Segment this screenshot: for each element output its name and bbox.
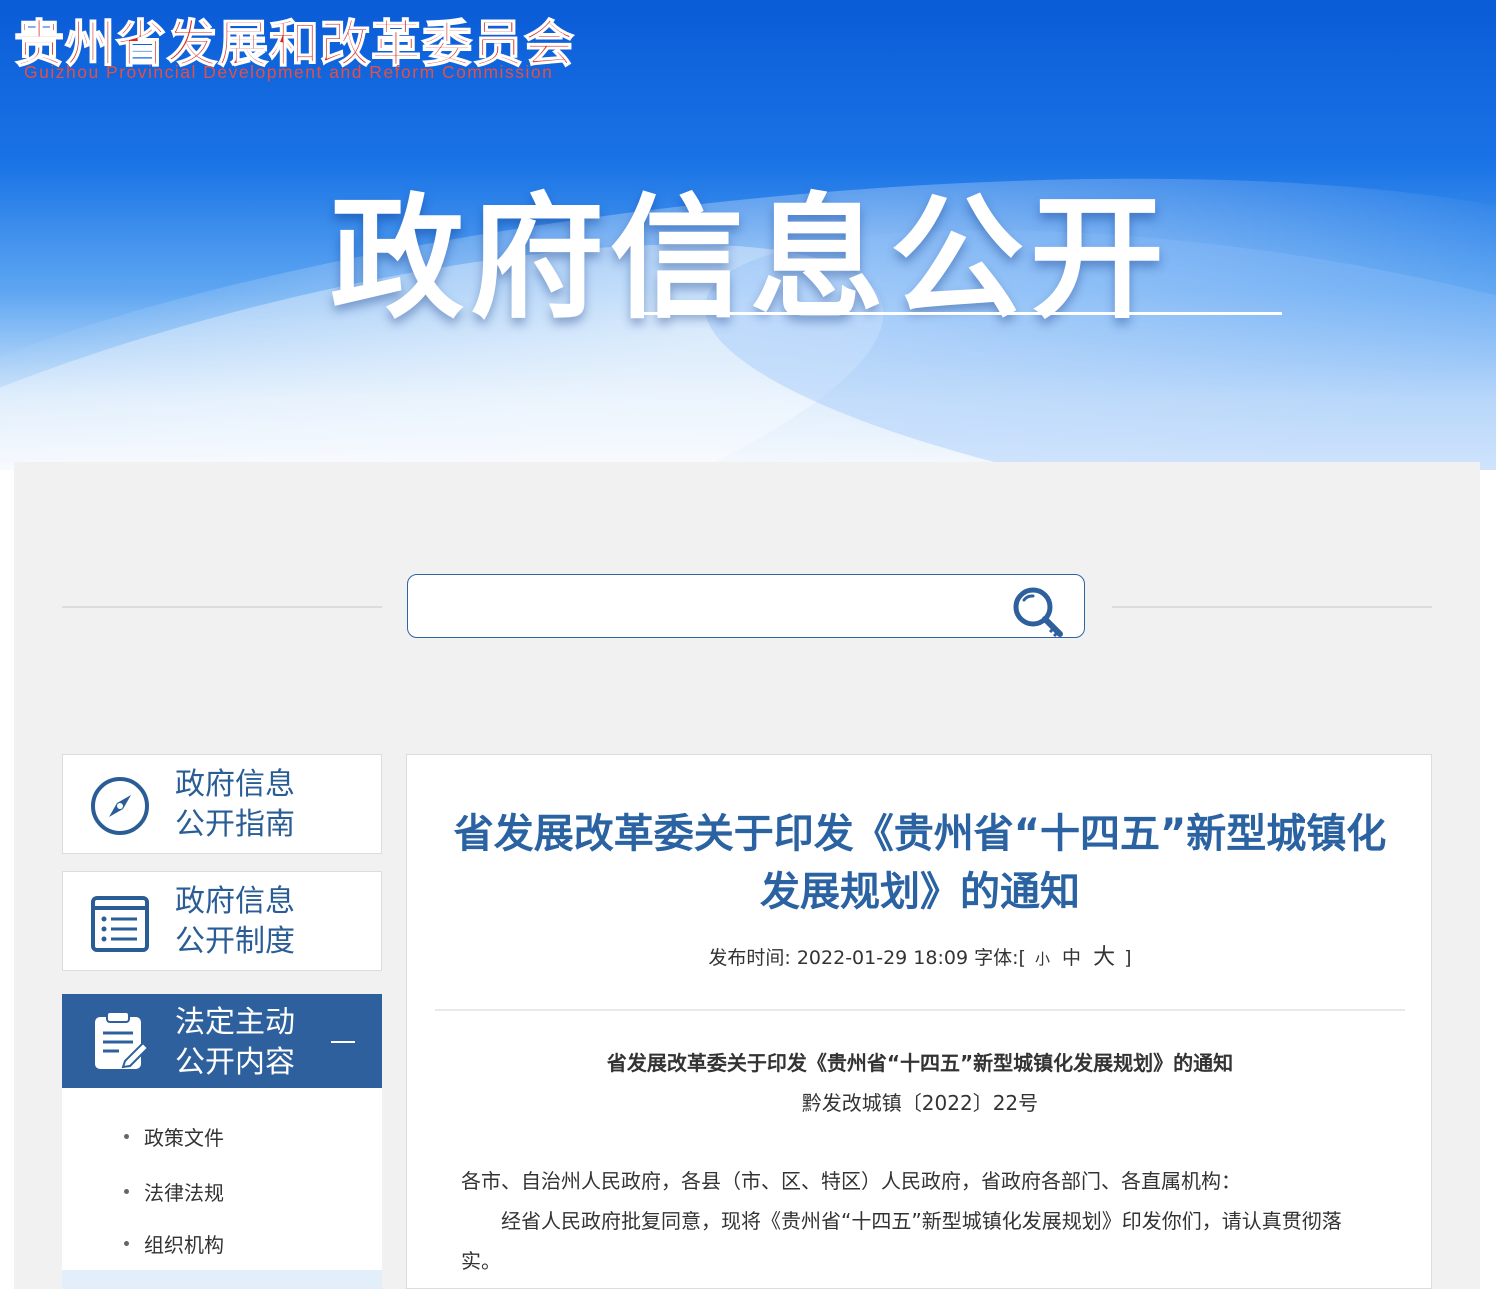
- publish-label: 发布时间:: [708, 947, 791, 969]
- sidebar-card-statutory[interactable]: 法定主动 公开内容: [62, 994, 382, 1088]
- collapse-icon[interactable]: [331, 1041, 355, 1043]
- sidebar-card-guide[interactable]: 政府信息 公开指南: [62, 754, 382, 854]
- search-input[interactable]: [424, 585, 988, 629]
- divider: [1112, 606, 1432, 608]
- header-banner: 贵州省发展和改革委员会 Guizhou Provincial Developme…: [0, 0, 1496, 470]
- font-size-large-button[interactable]: 大: [1090, 945, 1118, 970]
- list-document-icon: [91, 896, 149, 952]
- sidebar-card-label: 政府信息 公开制度: [175, 884, 295, 959]
- article-title: 省发展改革委关于印发《贵州省“十四五”新型城镇化发展规划》的通知: [453, 811, 1387, 915]
- search-icon[interactable]: [1008, 584, 1068, 642]
- site-logo-subtitle: Guizhou Provincial Development and Refor…: [24, 62, 554, 82]
- hero-underline: [632, 312, 1282, 315]
- clipboard-edit-icon: [95, 1011, 150, 1069]
- font-size-bracket: ]: [1124, 947, 1132, 969]
- article-meta: 发布时间: 2022-01-29 18:09 字体:[ 小 中 大 ]: [407, 939, 1431, 971]
- article-paragraph: 各市、自治州人民政府，各县（市、区、特区）人民政府，省政府各部门、各直属机构：: [461, 1169, 1241, 1193]
- font-size-medium-button[interactable]: 中: [1059, 947, 1084, 969]
- sidebar-submenu: 政策文件 法律法规 组织机构: [62, 1088, 382, 1289]
- sidebar-card-system[interactable]: 政府信息 公开制度: [62, 871, 382, 971]
- submenu-item-laws[interactable]: 法律法规: [124, 1177, 224, 1206]
- divider: [435, 1009, 1405, 1011]
- submenu-item-organization[interactable]: 组织机构: [124, 1229, 224, 1258]
- divider: [62, 606, 382, 608]
- font-size-small-button[interactable]: 小: [1032, 950, 1053, 968]
- sidebar-card-label: 法定主动 公开内容: [175, 1005, 295, 1080]
- submenu-item-policy-docs[interactable]: 政策文件: [124, 1122, 224, 1151]
- article-panel: 省发展改革委关于印发《贵州省“十四五”新型城镇化发展规划》的通知 发布时间: 2…: [406, 754, 1432, 1289]
- compass-icon: [91, 777, 149, 835]
- article-paragraph: 经省人民政府批复同意，现将《贵州省“十四五”新型城镇化发展规划》印发你们，请认真…: [461, 1209, 1342, 1273]
- submenu-item-highlight[interactable]: [62, 1270, 382, 1289]
- document-number: 黔发改城镇〔2022〕22号: [801, 1091, 1039, 1115]
- document-title: 省发展改革委关于印发《贵州省“十四五”新型城镇化发展规划》的通知: [606, 1051, 1234, 1075]
- sidebar-card-label: 政府信息 公开指南: [175, 767, 295, 842]
- publish-time: 2022-01-29 18:09: [796, 947, 969, 969]
- search-box: [407, 574, 1085, 638]
- font-size-label: 字体:[: [974, 947, 1026, 969]
